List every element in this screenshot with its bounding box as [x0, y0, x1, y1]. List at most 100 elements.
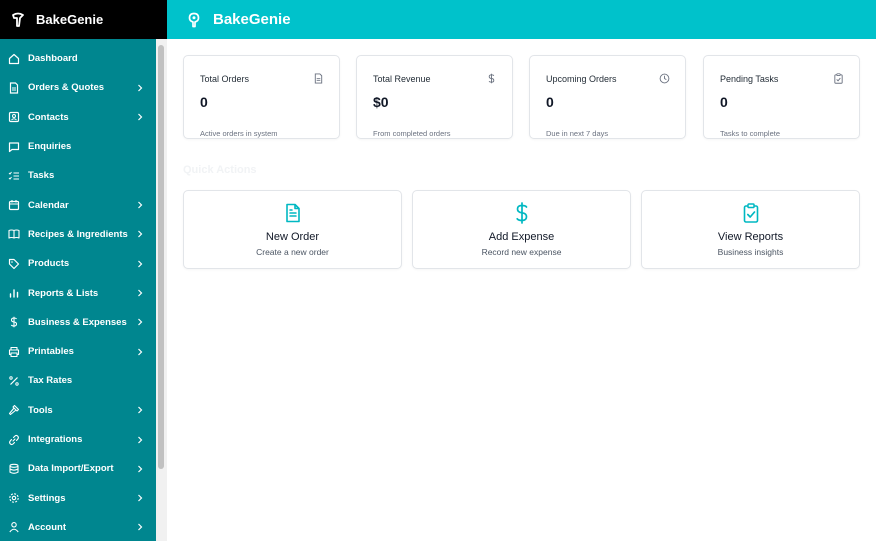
chevron-right-icon [134, 316, 146, 328]
bar-chart-icon [7, 287, 20, 300]
sidebar-item-settings[interactable]: Settings [0, 483, 156, 512]
sidebar-item-reports-lists[interactable]: Reports & Lists [0, 278, 156, 307]
stat-title: Total Orders [200, 74, 250, 84]
new-order-button[interactable]: New Order Create a new order [183, 190, 402, 269]
sidebar-item-tools[interactable]: Tools [0, 396, 156, 425]
sidebar-item-label: Dashboard [28, 53, 78, 65]
sidebar: BakeGenie Dashboard Orders & Quotes Cont… [0, 0, 167, 541]
user-icon [7, 521, 20, 534]
printer-icon [7, 345, 20, 358]
calendar-icon [7, 199, 20, 212]
chevron-right-icon [134, 492, 146, 504]
clock-icon [658, 72, 670, 84]
database-icon [7, 462, 20, 475]
stat-card-upcoming-orders: Upcoming Orders 0 Due in next 7 days [529, 55, 686, 139]
chevron-right-icon [134, 404, 146, 416]
sidebar-item-label: Tasks [28, 170, 55, 182]
sidebar-item-data-import-export[interactable]: Data Import/Export [0, 454, 156, 483]
action-subtitle: Create a new order [256, 247, 329, 257]
sidebar-brand-name: BakeGenie [36, 12, 104, 27]
sidebar-brand[interactable]: BakeGenie [0, 0, 167, 39]
action-label: New Order [265, 231, 320, 243]
dashboard-main: Total Orders 0 Active orders in system T… [167, 39, 876, 541]
sidebar-item-label: Enquiries [28, 141, 72, 153]
sidebar-item-enquiries[interactable]: Enquiries [0, 132, 156, 161]
stat-value: $0 [373, 94, 389, 110]
stat-card-total-revenue: Total Revenue $0 From completed orders [356, 55, 513, 139]
chevron-right-icon [134, 199, 146, 211]
dollar-icon [485, 72, 497, 84]
app-title: BakeGenie [213, 11, 291, 28]
sidebar-item-label: Settings [28, 492, 66, 504]
stat-title: Pending Tasks [720, 74, 779, 84]
sidebar-item-label: Contacts [28, 111, 69, 123]
app-root: BakeGenie Dashboard Orders & Quotes Cont… [0, 0, 876, 541]
sidebar-item-orders-quotes[interactable]: Orders & Quotes [0, 73, 156, 102]
chevron-right-icon [134, 258, 146, 270]
sidebar-item-label: Printables [28, 346, 74, 358]
add-expense-button[interactable]: Add Expense Record new expense [412, 190, 631, 269]
sidebar-item-products[interactable]: Products [0, 249, 156, 278]
sidebar-item-label: Business & Expenses [28, 316, 127, 328]
stat-card-pending-tasks: Pending Tasks 0 Tasks to complete [703, 55, 860, 139]
action-label: View Reports [717, 231, 784, 243]
sidebar-item-label: Account [28, 521, 66, 533]
book-icon [7, 228, 20, 241]
contacts-icon [7, 111, 20, 124]
chevron-right-icon [134, 521, 146, 533]
home-icon [7, 52, 20, 65]
stat-subtitle: Due in next 7 days [546, 129, 609, 138]
dollar-icon [7, 316, 20, 329]
sidebar-item-label: Tax Rates [28, 375, 73, 387]
stat-value: 0 [720, 94, 728, 110]
sidebar-item-label: Tools [28, 404, 53, 416]
sidebar-item-business-expenses[interactable]: Business & Expenses [0, 308, 156, 337]
dollar-icon [413, 202, 630, 224]
file-icon [312, 72, 324, 84]
quick-actions-heading: Quick Actions [183, 164, 257, 176]
stat-subtitle: Tasks to complete [720, 129, 781, 138]
top-header: BakeGenie [167, 0, 876, 39]
stat-title: Upcoming Orders [546, 74, 617, 84]
sidebar-item-label: Orders & Quotes [28, 82, 105, 94]
sidebar-item-contacts[interactable]: Contacts [0, 103, 156, 132]
clipboard-check-icon [832, 72, 844, 84]
genie-logo-icon [186, 12, 202, 28]
chevron-right-icon [134, 434, 146, 446]
sidebar-item-label: Data Import/Export [28, 463, 114, 475]
sidebar-item-account[interactable]: Account [0, 513, 156, 541]
stat-title: Total Revenue [373, 74, 431, 84]
stat-value: 0 [546, 94, 554, 110]
sidebar-item-label: Integrations [28, 434, 83, 445]
sidebar-item-label: Products [28, 258, 70, 270]
sidebar-scrollbar[interactable] [156, 39, 167, 541]
sidebar-item-tasks[interactable]: Tasks [0, 161, 156, 190]
sidebar-scrollbar-thumb[interactable] [158, 45, 164, 469]
hammer-icon [7, 404, 20, 417]
action-subtitle: Record new expense [481, 247, 562, 257]
sidebar-item-tax-rates[interactable]: Tax Rates [0, 366, 156, 395]
chevron-right-icon [134, 287, 146, 299]
sidebar-item-integrations[interactable]: Integrations [0, 425, 156, 454]
tag-icon [7, 257, 20, 270]
sidebar-nav: Dashboard Orders & Quotes Contacts Enqui… [0, 44, 156, 541]
chevron-right-icon [134, 228, 146, 240]
sidebar-item-printables[interactable]: Printables [0, 337, 156, 366]
chevron-right-icon [134, 111, 146, 123]
view-reports-button[interactable]: View Reports Business insights [641, 190, 860, 269]
sidebar-item-dashboard[interactable]: Dashboard [0, 44, 156, 73]
stat-value: 0 [200, 94, 208, 110]
stat-subtitle: From completed orders [373, 129, 451, 138]
chevron-right-icon [134, 346, 146, 358]
sidebar-item-recipes-ingredients[interactable]: Recipes & Ingredients [0, 220, 156, 249]
chevron-right-icon [134, 463, 146, 475]
sidebar-item-calendar[interactable]: Calendar [0, 190, 156, 219]
stat-subtitle: Active orders in system [200, 129, 278, 138]
chat-icon [7, 140, 20, 153]
genie-logo-icon [10, 12, 26, 28]
sidebar-item-label: Reports & Lists [28, 287, 99, 299]
checklist-icon [7, 169, 20, 182]
chevron-right-icon [134, 82, 146, 94]
action-label: Add Expense [488, 231, 555, 243]
link-icon [7, 433, 20, 446]
